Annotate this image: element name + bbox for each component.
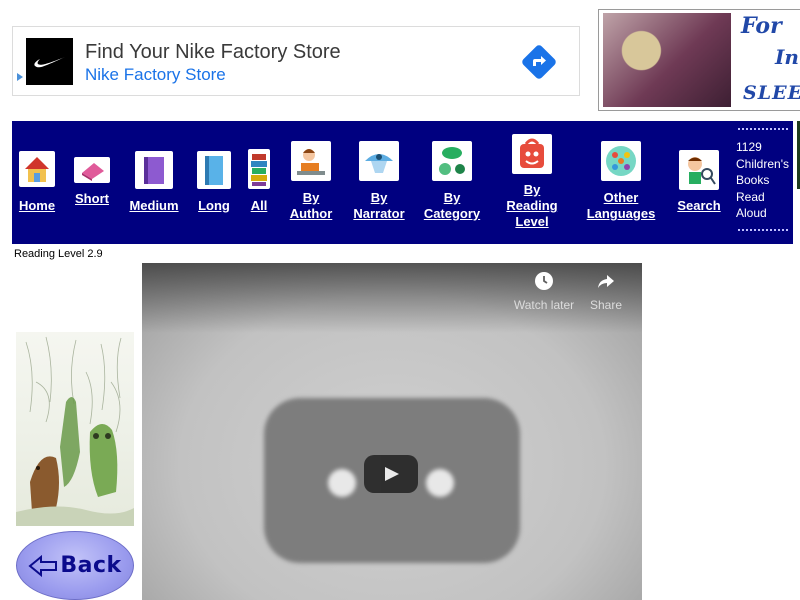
- nav-search[interactable]: Search: [672, 121, 726, 244]
- clock-icon: [535, 272, 553, 290]
- divider: [738, 128, 788, 132]
- directions-icon[interactable]: [521, 44, 557, 80]
- nav-by-category[interactable]: By Category: [418, 121, 486, 244]
- back-button-label: Back: [60, 553, 122, 578]
- watch-later-label: Watch later: [513, 298, 575, 312]
- play-icon: [385, 467, 399, 481]
- side-ad-photo[interactable]: [603, 13, 731, 107]
- nike-logo-icon[interactable]: [26, 38, 73, 85]
- category-icon: [432, 141, 472, 181]
- globe-icon: [601, 141, 641, 181]
- story-illustration: [16, 332, 134, 526]
- ad-banner[interactable]: Find Your Nike Factory Store Nike Factor…: [12, 26, 580, 96]
- narrator-icon: [359, 141, 399, 181]
- author-icon: [291, 141, 331, 181]
- share-label: Share: [589, 298, 623, 312]
- back-button[interactable]: Back: [16, 531, 134, 600]
- video-thumbnail-dot: [426, 469, 454, 497]
- reading-level-text: Reading Level 2.9: [14, 248, 103, 260]
- share-button[interactable]: Share: [582, 271, 630, 312]
- watch-later-button[interactable]: Watch later: [512, 271, 576, 312]
- nav-short-label: Short: [75, 191, 109, 206]
- book-stack-icon: [248, 149, 270, 189]
- search-kid-icon: [679, 150, 719, 190]
- side-ad[interactable]: For In SLEE: [598, 9, 800, 111]
- pink-book-icon: [74, 157, 110, 183]
- arrow-left-icon: [28, 554, 58, 577]
- house-icon: [19, 151, 55, 187]
- main-nav: Home Short Medium Long All By Author By …: [12, 121, 793, 244]
- side-ad-text-1: For: [741, 13, 782, 39]
- purple-book-icon: [135, 151, 173, 189]
- blue-book-icon: [197, 151, 231, 189]
- nav-by-reading-level-label: By Reading Level: [506, 182, 558, 229]
- book-count-text: 1129 Children's Books Read Aloud: [736, 140, 789, 220]
- nav-all-label: All: [250, 198, 268, 213]
- reading-level-icon: [512, 134, 552, 174]
- nav-home[interactable]: Home: [14, 121, 60, 244]
- nav-home-label: Home: [18, 198, 56, 213]
- nav-by-author[interactable]: By Author: [284, 121, 338, 244]
- nav-other-languages-label: Other Languages: [586, 190, 656, 221]
- nav-all[interactable]: All: [244, 121, 274, 244]
- nav-by-author-label: By Author: [289, 190, 333, 221]
- share-icon: [598, 275, 614, 288]
- ad-headline[interactable]: Find Your Nike Factory Store: [85, 41, 341, 64]
- nav-by-category-label: By Category: [423, 190, 481, 221]
- side-ad-text-2: In: [775, 45, 799, 69]
- nav-medium-label: Medium: [129, 198, 179, 213]
- nav-by-narrator-label: By Narrator: [353, 190, 405, 221]
- nav-by-reading-level[interactable]: By Reading Level: [496, 121, 568, 244]
- divider: [738, 229, 788, 233]
- side-ad-text-3: SLEE: [743, 82, 800, 104]
- nav-by-narrator[interactable]: By Narrator: [348, 121, 410, 244]
- video-thumbnail-dot: [328, 469, 356, 497]
- ad-brand-link[interactable]: Nike Factory Store: [85, 65, 226, 85]
- nav-long[interactable]: Long: [194, 121, 234, 244]
- video-player[interactable]: Watch later Share: [142, 263, 642, 600]
- nav-medium[interactable]: Medium: [124, 121, 184, 244]
- nav-short[interactable]: Short: [70, 121, 114, 244]
- ad-choices-icon[interactable]: [15, 71, 25, 93]
- nav-other-languages[interactable]: Other Languages: [578, 121, 664, 244]
- play-button[interactable]: [364, 455, 418, 493]
- nav-search-label: Search: [677, 198, 721, 213]
- nav-long-label: Long: [198, 198, 230, 213]
